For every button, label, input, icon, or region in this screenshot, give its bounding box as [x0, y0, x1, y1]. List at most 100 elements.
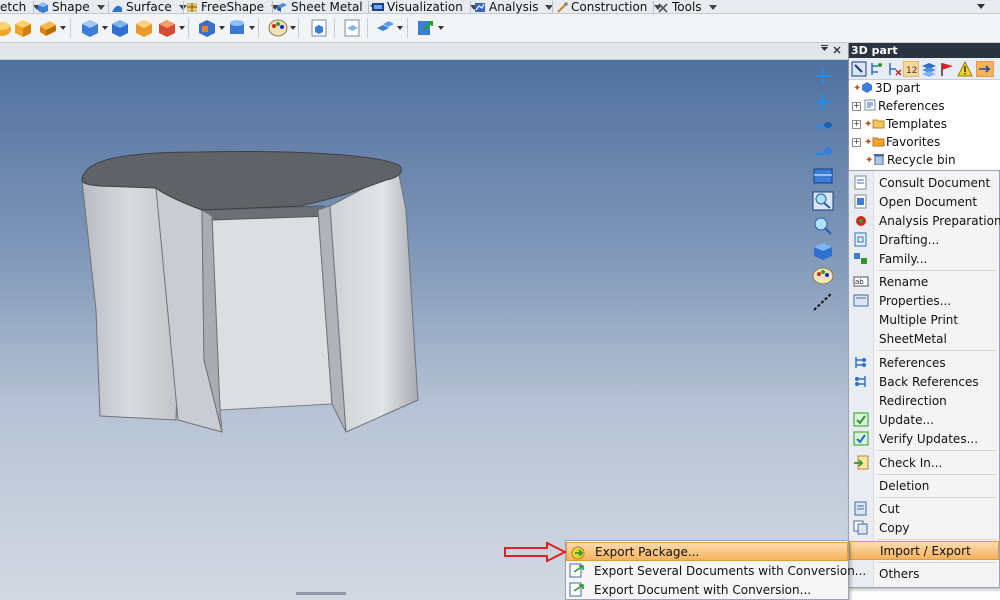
- chevron-down-icon[interactable]: [975, 0, 987, 14]
- menu-item-copy[interactable]: Copy: [849, 518, 999, 537]
- tab-surface[interactable]: Surface: [111, 0, 187, 14]
- menu-item-properties[interactable]: Properties...: [849, 291, 999, 310]
- toolbar-divider: [188, 18, 189, 38]
- 3d-viewport[interactable]: [0, 60, 848, 600]
- expand-icon[interactable]: +: [852, 137, 861, 147]
- pan-icon[interactable]: [812, 92, 834, 112]
- menu-item-label: SheetMetal: [879, 331, 947, 346]
- tab-construction[interactable]: Construction: [556, 0, 663, 14]
- tree-item-templates[interactable]: + ✦ Templates: [849, 115, 1000, 133]
- menu-item-analysis-preparation[interactable]: Analysis Preparation...: [849, 211, 1000, 230]
- menu-item-label: Others: [879, 566, 920, 581]
- submenu-item-export-document[interactable]: Export Document with Conversion...: [566, 580, 848, 599]
- shape-cube-icon[interactable]: [80, 18, 108, 38]
- tree-item-3d-part[interactable]: ✦ 3D part: [849, 79, 1000, 97]
- analysis-icon: [474, 2, 486, 13]
- extrude-tool-icon[interactable]: [0, 18, 12, 38]
- tab-shape[interactable]: Shape: [37, 0, 105, 14]
- boolean-tool-icon[interactable]: [157, 18, 185, 38]
- tab-analysis[interactable]: Analysis: [474, 0, 554, 14]
- toolbar-divider: [298, 18, 299, 38]
- menu-item-drafting[interactable]: Drafting...: [849, 230, 999, 249]
- tree-item-favorites[interactable]: + ✦ Favorites: [849, 133, 1000, 151]
- tab-tools[interactable]: Tools: [657, 0, 717, 14]
- tab-divider: [552, 1, 553, 13]
- expand-icon[interactable]: +: [852, 101, 861, 111]
- menu-item-family[interactable]: Family...: [849, 249, 999, 268]
- menu-item-verify-updates[interactable]: Verify Updates...: [849, 429, 999, 448]
- delete-filter-icon[interactable]: [887, 61, 903, 77]
- menu-item-label: References: [879, 355, 946, 370]
- flag-icon[interactable]: [939, 61, 955, 77]
- menu-item-rename[interactable]: ab Rename: [849, 272, 999, 291]
- menu-item-multiple-print[interactable]: Multiple Print: [849, 310, 999, 329]
- zoom-icon[interactable]: [812, 216, 834, 236]
- shape-cube-icon: [37, 1, 49, 13]
- chevron-down-icon[interactable]: [708, 4, 717, 10]
- expand-icon[interactable]: +: [852, 119, 861, 129]
- references-icon: [864, 99, 878, 114]
- tab-divider: [470, 1, 471, 13]
- viewport-scroll-thumb[interactable]: [296, 592, 346, 595]
- menu-item-label: Family...: [879, 251, 928, 266]
- cube-blue-icon[interactable]: [110, 18, 130, 38]
- menu-item-cut[interactable]: Cut: [849, 499, 999, 518]
- chevron-down-icon[interactable]: [96, 4, 105, 10]
- menu-item-label: Redirection: [879, 393, 947, 408]
- submenu-item-export-several-documents[interactable]: Export Several Documents with Conversion…: [566, 561, 866, 580]
- close-icon[interactable]: [832, 44, 842, 59]
- color-palette-icon[interactable]: [812, 266, 834, 286]
- numbering-icon[interactable]: 12: [902, 60, 920, 78]
- menu-item-open-document[interactable]: Open Document: [849, 192, 999, 211]
- pocket-tool-icon[interactable]: [38, 18, 66, 38]
- menu-item-label: Properties...: [879, 293, 952, 308]
- menu-item-others[interactable]: Others: [849, 564, 999, 583]
- 3d-model-render[interactable]: [0, 60, 848, 600]
- plus-axis-icon[interactable]: [812, 66, 834, 86]
- tab-visualization[interactable]: Visualization: [372, 0, 478, 14]
- tab-sketch[interactable]: etch: [0, 0, 42, 14]
- menu-item-sheetmetal[interactable]: SheetMetal: [849, 329, 999, 348]
- menu-separator: [877, 474, 997, 475]
- favorites-folder-icon: [872, 135, 886, 150]
- chamfer-tool-icon[interactable]: [197, 18, 225, 38]
- menu-item-label: Analysis Preparation...: [879, 213, 1000, 228]
- view-window-icon[interactable]: [812, 166, 834, 186]
- select-icon[interactable]: [851, 61, 867, 77]
- tab-divider: [183, 1, 184, 13]
- measure-line-icon[interactable]: [812, 291, 834, 311]
- menu-item-deletion[interactable]: Deletion: [849, 476, 999, 495]
- color-palette-icon[interactable]: [268, 18, 296, 38]
- chevron-down-icon[interactable]: [820, 44, 829, 59]
- zoom-area-icon[interactable]: [812, 191, 834, 211]
- tab-sheet-metal[interactable]: Sheet Metal: [276, 0, 378, 14]
- menu-item-back-references[interactable]: Back References: [849, 372, 999, 391]
- tools-icon: [657, 2, 669, 13]
- menu-item-check-in[interactable]: Check In...: [849, 453, 999, 472]
- panel-title: 3D part: [849, 43, 1000, 58]
- sheet-document-icon[interactable]: [342, 18, 362, 38]
- cylinder-tool-icon[interactable]: [227, 18, 255, 38]
- assembly-tool-icon[interactable]: [375, 18, 403, 38]
- menu-item-import-export[interactable]: Import / Export: [849, 541, 999, 560]
- menu-item-update[interactable]: Update...: [849, 410, 999, 429]
- menu-item-consult-document[interactable]: Consult Document: [849, 173, 999, 192]
- document-cube-icon[interactable]: [309, 18, 329, 38]
- menu-item-references[interactable]: References: [849, 353, 999, 372]
- export-tool-icon[interactable]: [416, 18, 444, 38]
- tree-item-references[interactable]: + References: [849, 97, 1000, 115]
- cube-orange-icon[interactable]: [134, 18, 154, 38]
- box-tool-icon[interactable]: [13, 18, 33, 38]
- orbit-icon[interactable]: [812, 142, 834, 162]
- view-cube-icon[interactable]: [812, 241, 834, 261]
- arrow-right-icon[interactable]: [975, 60, 995, 78]
- tree-item-recycle-bin[interactable]: ✦ Recycle bin: [849, 151, 1000, 169]
- tab-freeshape[interactable]: FreeShape: [186, 0, 280, 14]
- submenu-item-export-package[interactable]: Export Package...: [566, 542, 848, 561]
- rotate-icon[interactable]: [812, 117, 834, 137]
- layers-icon[interactable]: [921, 61, 937, 77]
- tree-filter-icon[interactable]: [869, 61, 885, 77]
- menu-separator: [877, 562, 997, 563]
- warning-icon[interactable]: [957, 60, 973, 77]
- menu-item-redirection[interactable]: Redirection: [849, 391, 999, 410]
